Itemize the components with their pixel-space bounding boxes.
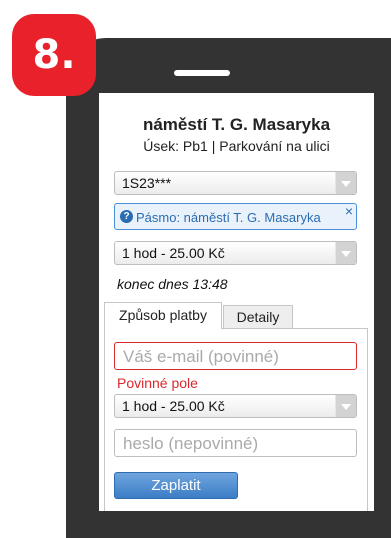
chevron-down-icon [335, 242, 356, 264]
duration-select-value: 1 hod - 25.00 Kč [122, 245, 225, 261]
tab-details[interactable]: Detaily [223, 305, 293, 329]
tab-payment-method[interactable]: Způsob platby [104, 302, 222, 329]
payment-duration-value: 1 hod - 25.00 Kč [122, 398, 225, 414]
question-circle-icon: ? [120, 210, 133, 223]
password-placeholder: heslo (nepovinné) [123, 434, 259, 453]
pay-button[interactable]: Zaplatit [114, 472, 238, 499]
zone-info-text: Pásmo: náměstí T. G. Masaryka [136, 210, 321, 225]
phone-screen: náměstí T. G. Masaryka Úsek: Pb1 | Parko… [99, 93, 374, 511]
step-badge: 8. [12, 14, 96, 96]
page-subtitle: Úsek: Pb1 | Parkování na ulici [143, 138, 330, 154]
close-icon[interactable]: × [345, 203, 353, 219]
email-error-text: Povinné pole [117, 375, 198, 391]
duration-select[interactable]: 1 hod - 25.00 Kč [114, 241, 357, 265]
zone-info-box: ? Pásmo: náměstí T. G. Masaryka × [114, 203, 357, 230]
plate-select[interactable]: 1S23*** [114, 171, 357, 195]
email-field[interactable]: Váš e-mail (povinné) [114, 342, 357, 370]
page-title: náměstí T. G. Masaryka [142, 115, 331, 134]
chevron-down-icon [335, 395, 356, 417]
phone-speaker [174, 70, 230, 76]
plate-select-value: 1S23*** [122, 175, 172, 191]
end-time-note: konec dnes 13:48 [117, 276, 228, 292]
password-field[interactable]: heslo (nepovinné) [114, 429, 357, 457]
payment-duration-select[interactable]: 1 hod - 25.00 Kč [114, 394, 357, 418]
email-placeholder: Váš e-mail (povinné) [123, 347, 279, 366]
chevron-down-icon [335, 172, 356, 194]
